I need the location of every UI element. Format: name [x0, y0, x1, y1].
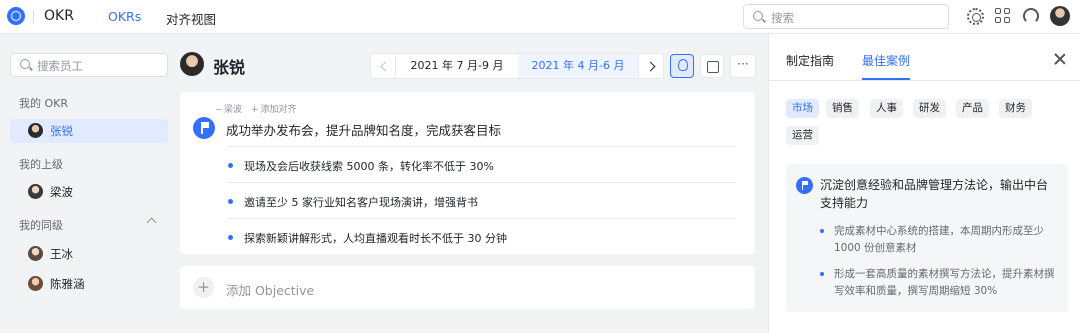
flag-icon [796, 177, 813, 194]
tag-product[interactable]: 产品 [956, 99, 989, 118]
avatar [28, 123, 43, 138]
top-search-placeholder: 搜索 [771, 11, 794, 25]
logo-divider [33, 10, 34, 24]
search-icon [20, 59, 30, 69]
tab-divider [768, 80, 1080, 81]
sidebar-item-chenyahan[interactable]: 陈雅涵 [10, 272, 168, 296]
key-result-text: 邀请至少 5 家行业知名客户现场演讲，增强背书 [244, 196, 478, 209]
alignment-row: 梁波 + 添加对齐 [216, 102, 296, 115]
okr-logo-icon [7, 7, 25, 25]
nav-align-view[interactable]: 对齐视图 [166, 9, 216, 28]
avatar [28, 184, 43, 199]
plus-icon: + [250, 105, 259, 115]
aligned-owner[interactable]: 梁波 [224, 105, 242, 115]
tag-market[interactable]: 市场 [786, 99, 819, 118]
tag-operations[interactable]: 运营 [786, 126, 819, 145]
align-line-icon [216, 109, 222, 110]
top-search-input[interactable]: 搜索 [743, 4, 949, 29]
bullet-icon [228, 199, 233, 204]
case-key-result-text: 完成素材中心系统的搭建，本周期内形成至少 1000 份创意素材 [834, 225, 1044, 254]
app-title: OKR [44, 8, 74, 24]
key-result-text: 探索新颖讲解形式，人均直播观看时长不低于 30 分钟 [244, 232, 507, 245]
tab-guide[interactable]: 制定指南 [786, 52, 834, 69]
flag-icon [193, 117, 215, 139]
nav-okrs[interactable]: OKRs [108, 9, 141, 24]
gear-icon[interactable] [967, 8, 984, 25]
period-prev-button[interactable] [370, 53, 396, 79]
key-result-text: 现场及会后收获线索 5000 条，转化率不低于 30% [244, 160, 494, 173]
search-icon [753, 11, 763, 21]
bullet-icon [228, 163, 233, 168]
sidebar-item-label: 陈雅涵 [50, 277, 85, 291]
profile-name: 张锐 [213, 58, 246, 77]
tag-hr[interactable]: 人事 [870, 99, 903, 118]
sidebar-item-wangbing[interactable]: 王冰 [10, 242, 168, 266]
key-result-item[interactable]: 邀请至少 5 家行业知名客户现场演讲，增强背书 [228, 182, 736, 218]
period-option-selected[interactable]: 2021 年 4 月-6 月 [518, 53, 638, 79]
period-next-button[interactable] [638, 53, 664, 79]
section-my-superior: 我的上级 [19, 158, 63, 171]
apps-grid-icon[interactable] [995, 8, 1010, 23]
avatar [28, 246, 43, 261]
sidebar-item-zhangrui[interactable]: 张锐 [10, 119, 168, 143]
key-result-item[interactable]: 探索新颖讲解形式，人均直播观看时长不低于 30 分钟 [228, 218, 736, 254]
sidebar-item-label: 王冰 [50, 247, 73, 261]
case-objective-title: 沉淀创意经验和品牌管理方法论，输出中台支持能力 [820, 178, 1049, 210]
tag-rnd[interactable]: 研发 [913, 99, 946, 118]
tab-best-cases[interactable]: 最佳案例 [862, 52, 910, 69]
headset-icon[interactable] [1023, 8, 1039, 24]
avatar [28, 276, 43, 291]
tag-sales[interactable]: 销售 [826, 99, 859, 118]
add-alignment-link[interactable]: 添加对齐 [260, 105, 296, 115]
plus-icon[interactable]: + [193, 277, 214, 298]
close-icon[interactable] [1053, 52, 1067, 66]
employee-search-placeholder: 搜索员工 [37, 59, 83, 73]
objective-title[interactable]: 成功举办发布会，提升品牌知名度，完成获客目标 [226, 120, 501, 139]
key-result-item[interactable]: 现场及会后收获线索 5000 条，转化率不低于 30% [228, 146, 736, 182]
bullet-icon [228, 235, 233, 240]
sidebar-item-label: 梁波 [50, 185, 73, 199]
user-avatar[interactable] [1050, 6, 1070, 26]
sidebar-item-label: 张锐 [50, 124, 73, 138]
period-option[interactable]: 2021 年 7 月-9 月 [396, 53, 518, 79]
bullet-icon [820, 272, 824, 276]
add-objective-label[interactable]: 添加 Objective [226, 280, 314, 299]
bulb-icon[interactable] [670, 54, 694, 78]
more-button[interactable]: ··· [730, 54, 756, 78]
section-my-peers: 我的同级 [19, 219, 63, 232]
employee-search-input[interactable]: 搜索员工 [10, 53, 168, 77]
note-icon[interactable] [700, 54, 724, 78]
case-key-result-text: 形成一套高质量的素材撰写方法论，提升素材撰写效率和质量，撰写周期缩短 30% [834, 268, 1055, 297]
sidebar-item-liangbo[interactable]: 梁波 [10, 180, 168, 204]
profile-avatar [180, 52, 204, 76]
section-my-okr: 我的 OKR [19, 97, 69, 110]
tag-finance[interactable]: 财务 [999, 99, 1032, 118]
bullet-icon [820, 229, 824, 233]
